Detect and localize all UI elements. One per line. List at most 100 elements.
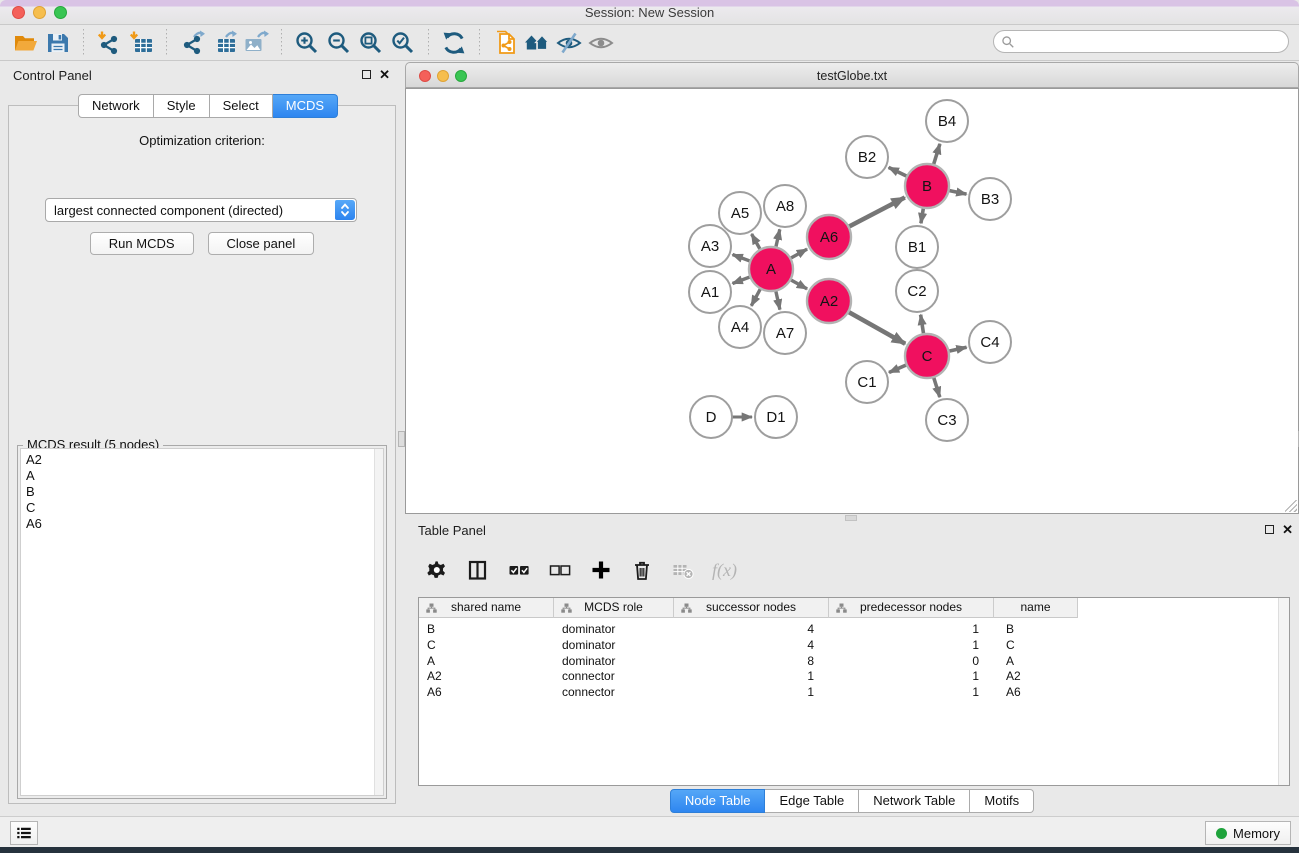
export-image-icon[interactable] xyxy=(240,29,272,57)
table-cell: 1 xyxy=(829,685,994,701)
table-row[interactable]: Bdominator41B xyxy=(419,622,1278,638)
svg-text:D1: D1 xyxy=(766,409,785,426)
zoom-selected-icon[interactable] xyxy=(387,29,419,57)
table-cell: 1 xyxy=(829,622,994,638)
node-A7[interactable]: A7 xyxy=(764,312,806,354)
svg-text:C: C xyxy=(922,348,933,365)
node-A1[interactable]: A1 xyxy=(689,271,731,313)
mcds-result-item[interactable]: C xyxy=(21,500,383,516)
divider-handle-left[interactable] xyxy=(398,431,405,447)
refresh-icon[interactable] xyxy=(438,29,470,57)
node-A8[interactable]: A8 xyxy=(764,185,806,227)
node-A5[interactable]: A5 xyxy=(719,192,761,234)
result-scrollbar[interactable] xyxy=(374,449,383,795)
checked-pair-icon[interactable] xyxy=(507,558,531,582)
svg-text:A: A xyxy=(766,261,776,278)
column-header-shared-name[interactable]: shared name xyxy=(419,598,554,618)
tab-edge-table[interactable]: Edge Table xyxy=(765,789,859,813)
gear-icon[interactable] xyxy=(425,558,449,582)
task-history-button[interactable] xyxy=(10,821,38,845)
node-B1[interactable]: B1 xyxy=(896,226,938,268)
tab-node-table[interactable]: Node Table xyxy=(670,789,766,813)
float-table-panel-icon[interactable] xyxy=(1265,525,1274,534)
titlebar: Session: New Session xyxy=(0,0,1299,25)
tab-select[interactable]: Select xyxy=(210,94,273,118)
zoom-out-icon[interactable] xyxy=(323,29,355,57)
optimization-criterion-select[interactable]: largest connected component (directed) xyxy=(45,198,357,222)
open-folder-icon[interactable] xyxy=(10,29,42,57)
node-B3[interactable]: B3 xyxy=(969,178,1011,220)
column-header-predecessor-nodes[interactable]: predecessor nodes xyxy=(829,598,994,618)
column-split-icon[interactable] xyxy=(466,558,490,582)
tab-network[interactable]: Network xyxy=(78,94,154,118)
table-cell: 4 xyxy=(674,638,829,654)
table-row[interactable]: A6connector11A6 xyxy=(419,685,1278,701)
svg-text:C1: C1 xyxy=(857,374,876,391)
mcds-result-listbox[interactable]: A2ABCA6 xyxy=(20,448,384,796)
column-header-name[interactable]: name xyxy=(994,598,1078,618)
table-scrollbar[interactable] xyxy=(1278,598,1289,785)
table-delete-disabled-icon[interactable] xyxy=(671,558,695,582)
run-mcds-button[interactable]: Run MCDS xyxy=(90,232,194,255)
table-panel-title: Table Panel xyxy=(405,519,1299,543)
table-row[interactable]: Adominator80A xyxy=(419,654,1278,670)
table-row[interactable]: Cdominator41C xyxy=(419,638,1278,654)
node-D1[interactable]: D1 xyxy=(755,396,797,438)
import-network-icon[interactable] xyxy=(93,29,125,57)
search-input[interactable] xyxy=(1015,33,1288,51)
toolbar-separator xyxy=(428,29,429,57)
close-panel-button[interactable]: Close panel xyxy=(208,232,315,255)
close-table-panel-icon[interactable]: ✕ xyxy=(1282,524,1293,535)
tab-motifs[interactable]: Motifs xyxy=(970,789,1034,813)
column-header-mcds-role[interactable]: MCDS role xyxy=(554,598,674,618)
node-C2[interactable]: C2 xyxy=(896,270,938,312)
node-C[interactable]: C xyxy=(905,334,949,378)
export-network-icon[interactable] xyxy=(176,29,208,57)
mcds-result-item[interactable]: B xyxy=(21,484,383,500)
houses-icon[interactable] xyxy=(521,29,553,57)
node-A[interactable]: A xyxy=(749,247,793,291)
node-A3[interactable]: A3 xyxy=(689,225,731,267)
save-floppy-icon[interactable] xyxy=(42,29,74,57)
node-B4[interactable]: B4 xyxy=(926,100,968,142)
trash-icon[interactable] xyxy=(630,558,654,582)
table-cell: dominator xyxy=(554,638,674,654)
float-panel-icon[interactable] xyxy=(362,70,371,79)
plus-icon[interactable] xyxy=(589,558,613,582)
table-cell: A xyxy=(419,654,554,670)
unchecked-pair-icon[interactable] xyxy=(548,558,572,582)
zoom-in-icon[interactable] xyxy=(291,29,323,57)
mcds-result-item[interactable]: A6 xyxy=(21,516,383,532)
network-document-icon[interactable] xyxy=(489,29,521,57)
node-C3[interactable]: C3 xyxy=(926,399,968,441)
import-table-icon[interactable] xyxy=(125,29,157,57)
network-canvas[interactable]: B4 B2 B B3 A5A8A6 A3 B1 A A1 C2 A2 A4A7 C4 C C1 D D1 C3 xyxy=(405,88,1299,514)
tab-mcds[interactable]: MCDS xyxy=(273,94,338,118)
zoom-fit-icon[interactable] xyxy=(355,29,387,57)
column-header-successor-nodes[interactable]: successor nodes xyxy=(674,598,829,618)
node-C4[interactable]: C4 xyxy=(969,321,1011,363)
application-window: Session: New Session Control Panel xyxy=(0,0,1299,853)
export-table-icon[interactable] xyxy=(208,29,240,57)
node-B[interactable]: B xyxy=(905,164,949,208)
eye-icon[interactable] xyxy=(585,29,617,57)
mcds-result-item[interactable]: A2 xyxy=(21,452,383,468)
search-field[interactable] xyxy=(993,30,1289,53)
node-B2[interactable]: B2 xyxy=(846,136,888,178)
table-cell: connector xyxy=(554,669,674,685)
svg-text:C3: C3 xyxy=(937,412,956,429)
node-A2[interactable]: A2 xyxy=(807,279,851,323)
resize-grip-icon[interactable] xyxy=(1285,500,1297,512)
node-C1[interactable]: C1 xyxy=(846,361,888,403)
tab-network-table[interactable]: Network Table xyxy=(859,789,970,813)
node-D[interactable]: D xyxy=(690,396,732,438)
node-A6[interactable]: A6 xyxy=(807,215,851,259)
tab-style[interactable]: Style xyxy=(154,94,210,118)
network-window-titlebar[interactable]: testGlobe.txt xyxy=(405,62,1299,88)
close-panel-icon[interactable]: ✕ xyxy=(379,69,390,80)
table-row[interactable]: A2connector11A2 xyxy=(419,669,1278,685)
eye-slash-icon[interactable] xyxy=(553,29,585,57)
memory-button[interactable]: Memory xyxy=(1205,821,1291,845)
node-A4[interactable]: A4 xyxy=(719,306,761,348)
mcds-result-item[interactable]: A xyxy=(21,468,383,484)
